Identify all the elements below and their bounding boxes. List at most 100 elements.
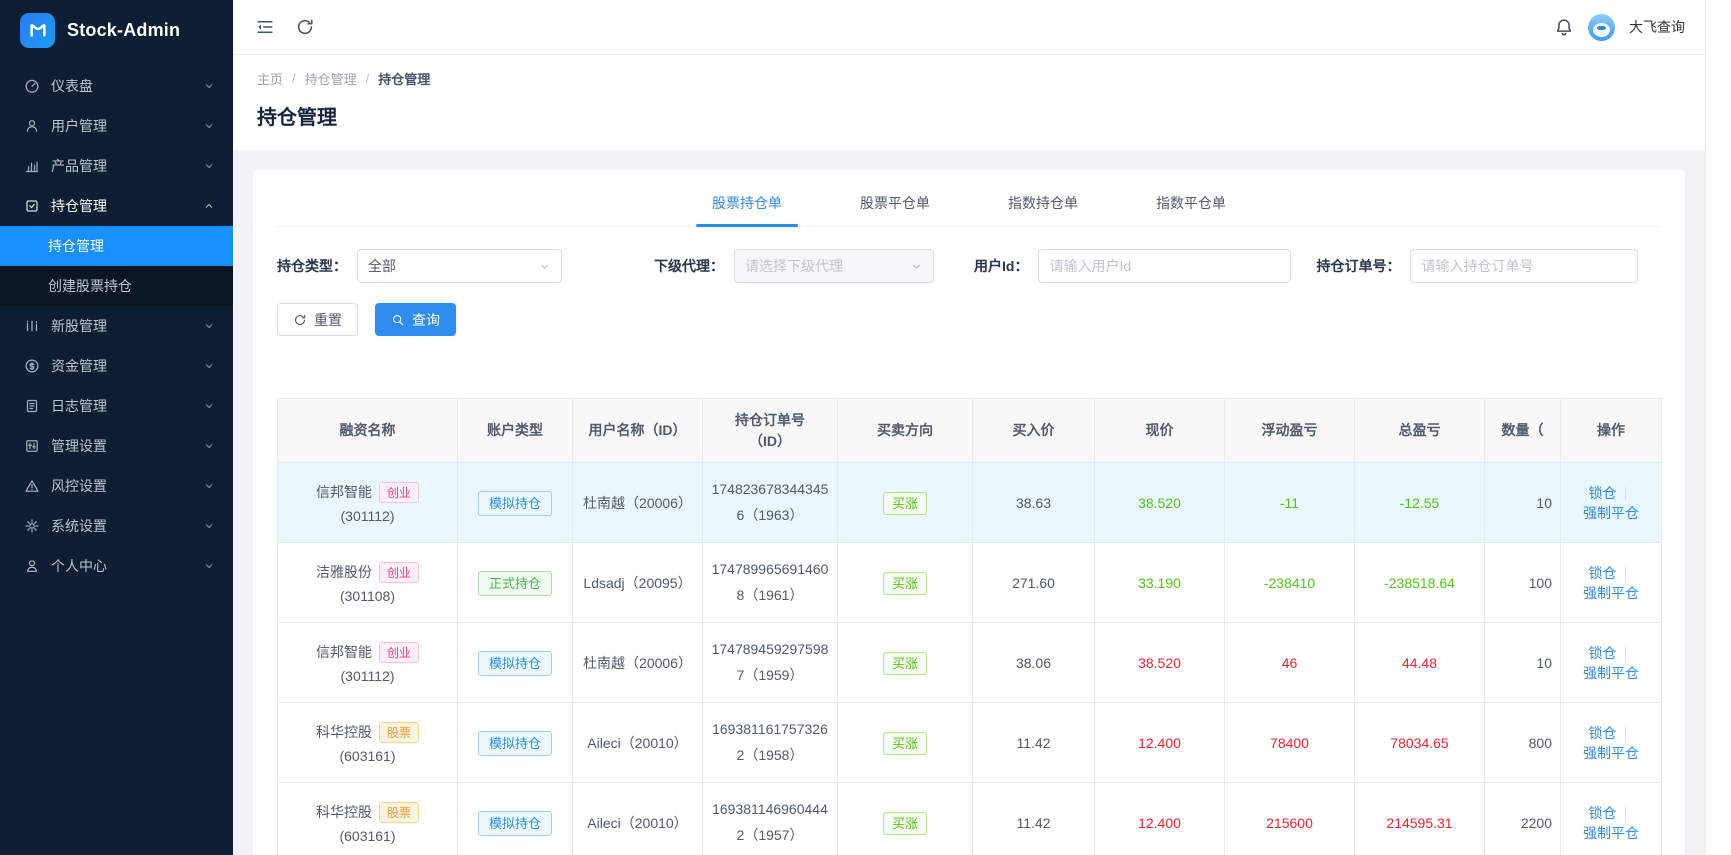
direction-badge: 买涨 [882, 572, 927, 595]
notification-bell-icon[interactable] [1554, 17, 1574, 37]
refresh-icon[interactable] [295, 17, 315, 37]
actions-cell: 锁仓强制平仓 [1560, 782, 1662, 855]
breadcrumb-item-1[interactable]: 持仓管理 [305, 69, 357, 88]
sidebar-item-0[interactable]: 仪表盘 [0, 66, 233, 106]
order-no-cell: 1747894592975987（1959） [702, 622, 838, 703]
sidebar-item-label: 个人中心 [51, 558, 107, 574]
search-icon [391, 313, 405, 327]
action-divider [1624, 806, 1626, 820]
collapse-sidebar-icon[interactable] [255, 17, 275, 37]
risk-icon [24, 478, 40, 494]
lock-position-link[interactable]: 锁仓 [1589, 565, 1617, 581]
force-close-link[interactable]: 强制平仓 [1583, 665, 1639, 681]
search-button[interactable]: 查询 [375, 303, 456, 336]
floating-pl-cell: -238410 [1224, 542, 1355, 623]
sidebar-item-5[interactable]: 资金管理 [0, 346, 233, 386]
sidebar-item-label: 管理设置 [51, 438, 107, 454]
chevron-down-icon [203, 80, 215, 92]
buy-price-cell: 38.63 [972, 462, 1095, 543]
actions-cell: 锁仓强制平仓 [1560, 622, 1662, 703]
current-price-cell: 38.520 [1094, 462, 1225, 543]
lock-position-link[interactable]: 锁仓 [1589, 725, 1617, 741]
account-type-cell: 正式持仓 [457, 542, 573, 623]
main-area: 大飞查询 主页持仓管理持仓管理 持仓管理 股票持仓单股票平仓单指数持仓单指数平仓… [233, 0, 1705, 855]
lock-position-link[interactable]: 锁仓 [1589, 485, 1617, 501]
breadcrumb-item-2: 持仓管理 [378, 72, 431, 87]
col-order-no: 持仓订单号 （ID） [702, 398, 838, 463]
positions-table-wrap: 融资名称 账户类型 用户名称（ID） 持仓订单号 （ID） 买卖方向 买入价 现价 浮动盈亏总… [277, 398, 1662, 855]
reset-button[interactable]: 重置 [277, 303, 358, 336]
sidebar-item-2[interactable]: 产品管理 [0, 146, 233, 186]
force-close-link[interactable]: 强制平仓 [1583, 825, 1639, 841]
submenu: 持仓管理 创建股票持仓 [0, 226, 233, 306]
floating-pl-cell: 46 [1224, 622, 1355, 703]
tab-3[interactable]: 指数平仓单 [1154, 182, 1228, 226]
order-no-input[interactable] [1410, 249, 1639, 283]
filter-actions: 重置 查询 [277, 303, 1661, 336]
tab-2[interactable]: 指数持仓单 [1006, 182, 1080, 226]
buy-price-cell: 38.06 [972, 622, 1095, 703]
stock-code: (301112) [340, 507, 395, 524]
sidebar-item-label: 仪表盘 [51, 78, 93, 94]
table-header-row: 融资名称 账户类型 用户名称（ID） 持仓订单号 （ID） 买卖方向 买入价 现价 浮动盈亏总… [277, 398, 1662, 463]
table-row: 科华控股 股票 (603161) 模拟持仓 Aileci（20010） 169381161… [277, 702, 1662, 783]
current-price-cell: 12.400 [1094, 782, 1225, 855]
actions-cell: 锁仓强制平仓 [1560, 542, 1662, 623]
avatar[interactable] [1588, 13, 1615, 41]
board-tag: 创业 [378, 481, 419, 503]
force-close-link[interactable]: 强制平仓 [1583, 585, 1639, 601]
topbar-right: 大飞查询 [1554, 13, 1685, 41]
tab-0[interactable]: 股票持仓单 [696, 182, 798, 227]
positions-table: 融资名称 账户类型 用户名称（ID） 持仓订单号 （ID） 买卖方向 买入价 现价 浮动盈亏总… [277, 398, 1662, 855]
sidebar-subitem-1[interactable]: 创建股票持仓 [0, 266, 233, 306]
new-stock-icon [24, 318, 40, 334]
sidebar-subitem-label: 创建股票持仓 [48, 278, 132, 294]
sidebar-item-9[interactable]: 系统设置 [0, 506, 233, 546]
scrollbar-track[interactable] [1705, 0, 1731, 855]
breadcrumb-item-0[interactable]: 主页 [257, 69, 283, 88]
funds-icon [24, 358, 40, 374]
sidebar-item-label: 持仓管理 [51, 198, 107, 214]
force-close-link[interactable]: 强制平仓 [1583, 505, 1639, 521]
lock-position-link[interactable]: 锁仓 [1589, 805, 1617, 821]
reset-icon [293, 313, 307, 327]
col-name: 融资名称 [277, 398, 458, 463]
chevron-down-icon [203, 480, 215, 492]
sidebar-item-10[interactable]: 个人中心 [0, 546, 233, 586]
sidebar-item-3[interactable]: 持仓管理 [0, 186, 233, 226]
tab-1[interactable]: 股票平仓单 [858, 182, 932, 226]
order-no-cell: 1748236783443456（1963） [702, 462, 838, 543]
action-divider [1624, 566, 1626, 580]
buy-price-cell: 11.42 [972, 702, 1095, 783]
quantity-cell: 100 [1484, 542, 1561, 623]
app-logo-icon [20, 12, 55, 48]
sidebar-item-1[interactable]: 用户管理 [0, 106, 233, 146]
user-id-input[interactable] [1038, 249, 1292, 283]
reset-button-label: 重置 [314, 311, 342, 328]
total-pl-cell: 44.48 [1354, 622, 1485, 703]
profile-icon [24, 558, 40, 574]
users-icon [24, 118, 40, 134]
order-no-cell: 1747899656914608（1961） [702, 542, 838, 623]
quantity-cell: 10 [1484, 622, 1561, 703]
account-type-badge: 模拟持仓 [477, 731, 552, 756]
sidebar-item-6[interactable]: 日志管理 [0, 386, 233, 426]
position-type-select[interactable]: 全部 [357, 249, 562, 283]
current-price-cell: 33.190 [1094, 542, 1225, 623]
lock-position-link[interactable]: 锁仓 [1589, 645, 1617, 661]
sidebar-subitem-0[interactable]: 持仓管理 [0, 226, 233, 266]
filter-label: 下级代理： [654, 258, 724, 274]
stock-code: (603161) [339, 747, 396, 764]
card: 股票持仓单 股票平仓单 指数持仓单 指数平仓单 持仓类型： 全部 下级代理： 请选择下级代理… [253, 170, 1685, 855]
sidebar-item-4[interactable]: 新股管理 [0, 306, 233, 346]
table-row: 信邦智能 创业 (301112) 模拟持仓 杜南越（20006） 174789459297… [277, 622, 1662, 703]
force-close-link[interactable]: 强制平仓 [1583, 745, 1639, 761]
table-row: 信邦智能 创业 (301112) 模拟持仓 杜南越（20006） 174823678344… [277, 462, 1662, 543]
sidebar-item-7[interactable]: 管理设置 [0, 426, 233, 466]
page-title: 持仓管理 [257, 107, 337, 129]
sub-agent-select[interactable]: 请选择下级代理 [734, 249, 934, 283]
user-cell: Ldsadj（20095） [572, 542, 703, 623]
order-no-cell: 1693811469604442（1957） [702, 782, 838, 855]
username[interactable]: 大飞查询 [1629, 17, 1685, 37]
sidebar-item-8[interactable]: 风控设置 [0, 466, 233, 506]
